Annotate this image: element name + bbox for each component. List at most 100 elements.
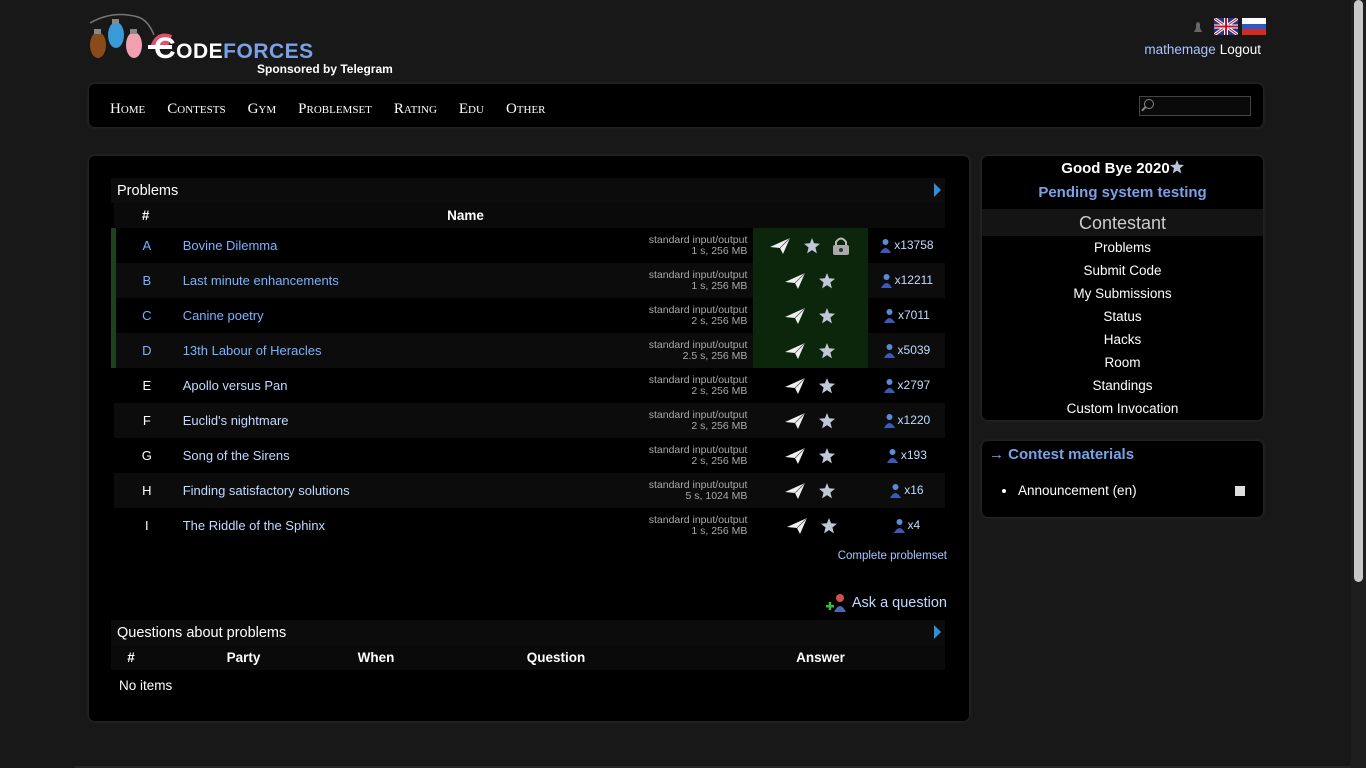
contest-materials-panel: → Contest materials Announcement (en) xyxy=(982,441,1263,517)
sponsor-text: Sponsored by Telegram xyxy=(257,62,393,76)
problem-name-link[interactable]: Finding satisfactory solutions xyxy=(183,483,350,498)
problem-name-link[interactable]: Last minute enhancements xyxy=(183,273,339,288)
header: Codeforces Sponsored by Telegram mathema… xyxy=(0,0,1351,80)
problem-row: C Canine poetry standard input/output 2 s, … xyxy=(110,298,945,333)
col-number: # xyxy=(113,203,178,228)
problem-index-link[interactable]: D xyxy=(142,343,151,358)
problem-limits: standard input/output 2.5 s, 256 MB xyxy=(538,333,754,368)
logout-link[interactable]: Logout xyxy=(1220,42,1261,57)
bell-icon[interactable] xyxy=(1186,18,1210,35)
sidebar-my-submissions[interactable]: My Submissions xyxy=(982,282,1263,305)
sidebar-status[interactable]: Status xyxy=(982,305,1263,328)
problem-limits: standard input/output 1 s, 256 MB xyxy=(538,263,754,298)
problem-index-link[interactable]: A xyxy=(143,238,152,253)
problem-actions xyxy=(753,403,868,438)
arrow-right-icon[interactable] xyxy=(934,625,941,639)
problem-row: A Bovine Dilemma standard input/output 1 s,… xyxy=(110,228,945,263)
favourite-star-icon[interactable] xyxy=(804,237,821,254)
codeforces-logo[interactable]: Codeforces Sponsored by Telegram xyxy=(88,5,393,77)
solved-count-link[interactable]: x5039 xyxy=(898,343,931,357)
problem-name-link[interactable]: 13th Labour of Heracles xyxy=(183,343,322,358)
problem-name-link[interactable]: Canine poetry xyxy=(183,308,264,323)
solved-count-link[interactable]: x1220 xyxy=(898,413,931,427)
ask-question-label: Ask a question xyxy=(851,595,947,611)
submit-plane-icon[interactable] xyxy=(785,272,806,289)
solvers-icon xyxy=(880,274,892,289)
submit-plane-icon[interactable] xyxy=(786,517,807,534)
ask-question-button[interactable]: Ask a question xyxy=(824,592,947,614)
problems-title: Problems xyxy=(117,183,179,199)
favourite-star-icon[interactable] xyxy=(820,517,837,534)
sidebar-submit-code[interactable]: Submit Code xyxy=(982,259,1263,282)
solved-count-link[interactable]: x12211 xyxy=(895,273,933,287)
problem-name-link[interactable]: Bovine Dilemma xyxy=(183,238,278,253)
arrow-right-icon[interactable] xyxy=(934,183,941,197)
favourite-star-icon[interactable] xyxy=(819,482,836,499)
solved-count-link[interactable]: x16 xyxy=(904,483,923,497)
submit-plane-icon[interactable] xyxy=(785,482,806,499)
favourite-star-icon[interactable] xyxy=(819,412,836,429)
problem-index-link[interactable]: H xyxy=(142,483,151,498)
problem-actions xyxy=(753,508,868,543)
problem-index-link[interactable]: G xyxy=(142,448,152,463)
favourite-star-icon[interactable] xyxy=(819,377,836,394)
contest-name[interactable]: Good Bye 2020 xyxy=(982,160,1263,177)
sidebar-problems[interactable]: Problems xyxy=(982,236,1263,259)
favourite-star-icon[interactable] xyxy=(819,342,836,359)
favourite-star-icon[interactable] xyxy=(819,272,836,289)
problem-row: D 13th Labour of Heracles standard input/o… xyxy=(110,333,945,368)
solvers-icon xyxy=(883,379,895,394)
problem-actions xyxy=(753,298,868,333)
problem-name-link[interactable]: The Riddle of the Sphinx xyxy=(183,518,325,533)
main-menu: Home Contests Gym Problemset Rating Edu … xyxy=(89,84,1263,127)
problem-index-link[interactable]: I xyxy=(145,518,149,533)
problem-index-link[interactable]: C xyxy=(142,308,151,323)
col-name: Name xyxy=(177,203,754,228)
problem-row: E Apollo versus Pan standard input/output 2… xyxy=(113,368,945,403)
problem-index-link[interactable]: E xyxy=(143,378,152,393)
menu-rating[interactable]: Rating xyxy=(394,101,437,118)
sidebar-room[interactable]: Room xyxy=(982,351,1263,374)
lock-icon[interactable] xyxy=(832,236,850,256)
submit-plane-icon[interactable] xyxy=(770,237,791,254)
problem-name-link[interactable]: Apollo versus Pan xyxy=(183,378,288,393)
sidebar-standings[interactable]: Standings xyxy=(982,374,1263,397)
submit-plane-icon[interactable] xyxy=(785,307,806,324)
menu-gym[interactable]: Gym xyxy=(248,101,277,118)
menu-contests[interactable]: Contests xyxy=(167,101,225,118)
vertical-scrollbar[interactable] xyxy=(1351,0,1366,768)
problem-index-link[interactable]: F xyxy=(143,413,151,428)
problem-actions xyxy=(753,438,868,473)
solved-count-link[interactable]: x2797 xyxy=(898,378,931,392)
menu-home[interactable]: Home xyxy=(110,101,145,118)
solved-count-link[interactable]: x7011 xyxy=(898,308,930,322)
menu-other[interactable]: Other xyxy=(506,101,546,118)
menu-problemset[interactable]: Problemset xyxy=(298,101,372,118)
menu-edu[interactable]: Edu xyxy=(459,101,484,118)
sidebar-custom-invocation[interactable]: Custom Invocation xyxy=(982,397,1263,420)
remove-icon[interactable] xyxy=(1235,486,1245,496)
favourite-star-icon[interactable] xyxy=(819,447,836,464)
russian-flag-icon[interactable] xyxy=(1242,18,1266,35)
material-item[interactable]: Announcement (en) xyxy=(1002,483,1137,498)
solved-count-link[interactable]: x4 xyxy=(908,518,921,532)
solved-count-link[interactable]: x193 xyxy=(901,448,927,462)
submit-plane-icon[interactable] xyxy=(785,342,806,359)
submit-plane-icon[interactable] xyxy=(785,412,806,429)
submit-plane-icon[interactable] xyxy=(785,377,806,394)
english-flag-icon[interactable] xyxy=(1213,16,1239,37)
problem-actions xyxy=(753,473,868,508)
search-input[interactable] xyxy=(1139,96,1251,116)
submit-plane-icon[interactable] xyxy=(785,447,806,464)
problem-name-link[interactable]: Song of the Sirens xyxy=(183,448,290,463)
problem-name-link[interactable]: Euclid's nightmare xyxy=(183,413,289,428)
solved-count-link[interactable]: x13758 xyxy=(894,238,933,252)
complete-problemset-link[interactable]: Complete problemset xyxy=(838,550,947,562)
favourite-star-icon[interactable] xyxy=(819,307,836,324)
scrollbar-thumb[interactable] xyxy=(1354,0,1363,582)
username-link[interactable]: mathemage xyxy=(1144,42,1215,57)
problem-index-link[interactable]: B xyxy=(143,273,152,288)
q-col-num: # xyxy=(111,645,151,670)
sidebar-hacks[interactable]: Hacks xyxy=(982,328,1263,351)
star-icon[interactable] xyxy=(1169,160,1184,174)
